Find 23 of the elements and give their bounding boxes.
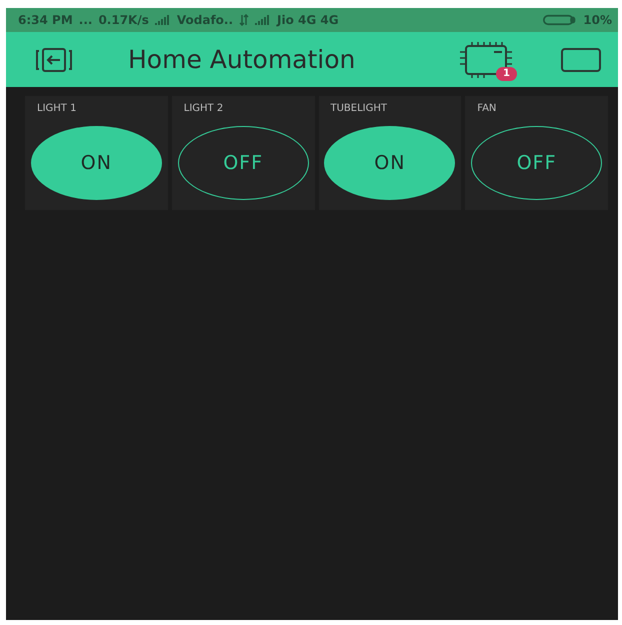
toggle-button[interactable]: ON — [30, 126, 162, 200]
toggle-button[interactable]: OFF — [471, 126, 602, 200]
battery-percent: 10% — [583, 13, 612, 27]
carrier-name: Vodafo.. — [176, 13, 234, 27]
toggle-button[interactable]: OFF — [178, 126, 309, 200]
signal-icon — [154, 15, 171, 25]
app-title: Home Automation — [128, 45, 356, 74]
clock-text: 6:34 PM — [18, 13, 73, 27]
chip-icon[interactable] — [458, 40, 514, 80]
more-dots: ... — [78, 13, 92, 27]
widget-label: TUBELIGHT — [330, 103, 388, 114]
signal-icon — [255, 15, 272, 25]
notification-badge: 1 — [496, 66, 517, 80]
exit-icon[interactable] — [34, 46, 74, 72]
square-icon[interactable] — [560, 46, 602, 72]
widget-label: FAN — [477, 103, 496, 114]
carrier-name: Jio 4G 4G — [277, 13, 339, 27]
widget-label: LIGHT 2 — [184, 103, 224, 114]
battery-icon — [543, 14, 578, 26]
toggle-button[interactable]: ON — [324, 126, 456, 200]
data-transfer-icon — [239, 14, 250, 26]
network-speed: 0.17K/s — [98, 13, 149, 27]
widget-label: LIGHT 1 — [37, 103, 76, 114]
